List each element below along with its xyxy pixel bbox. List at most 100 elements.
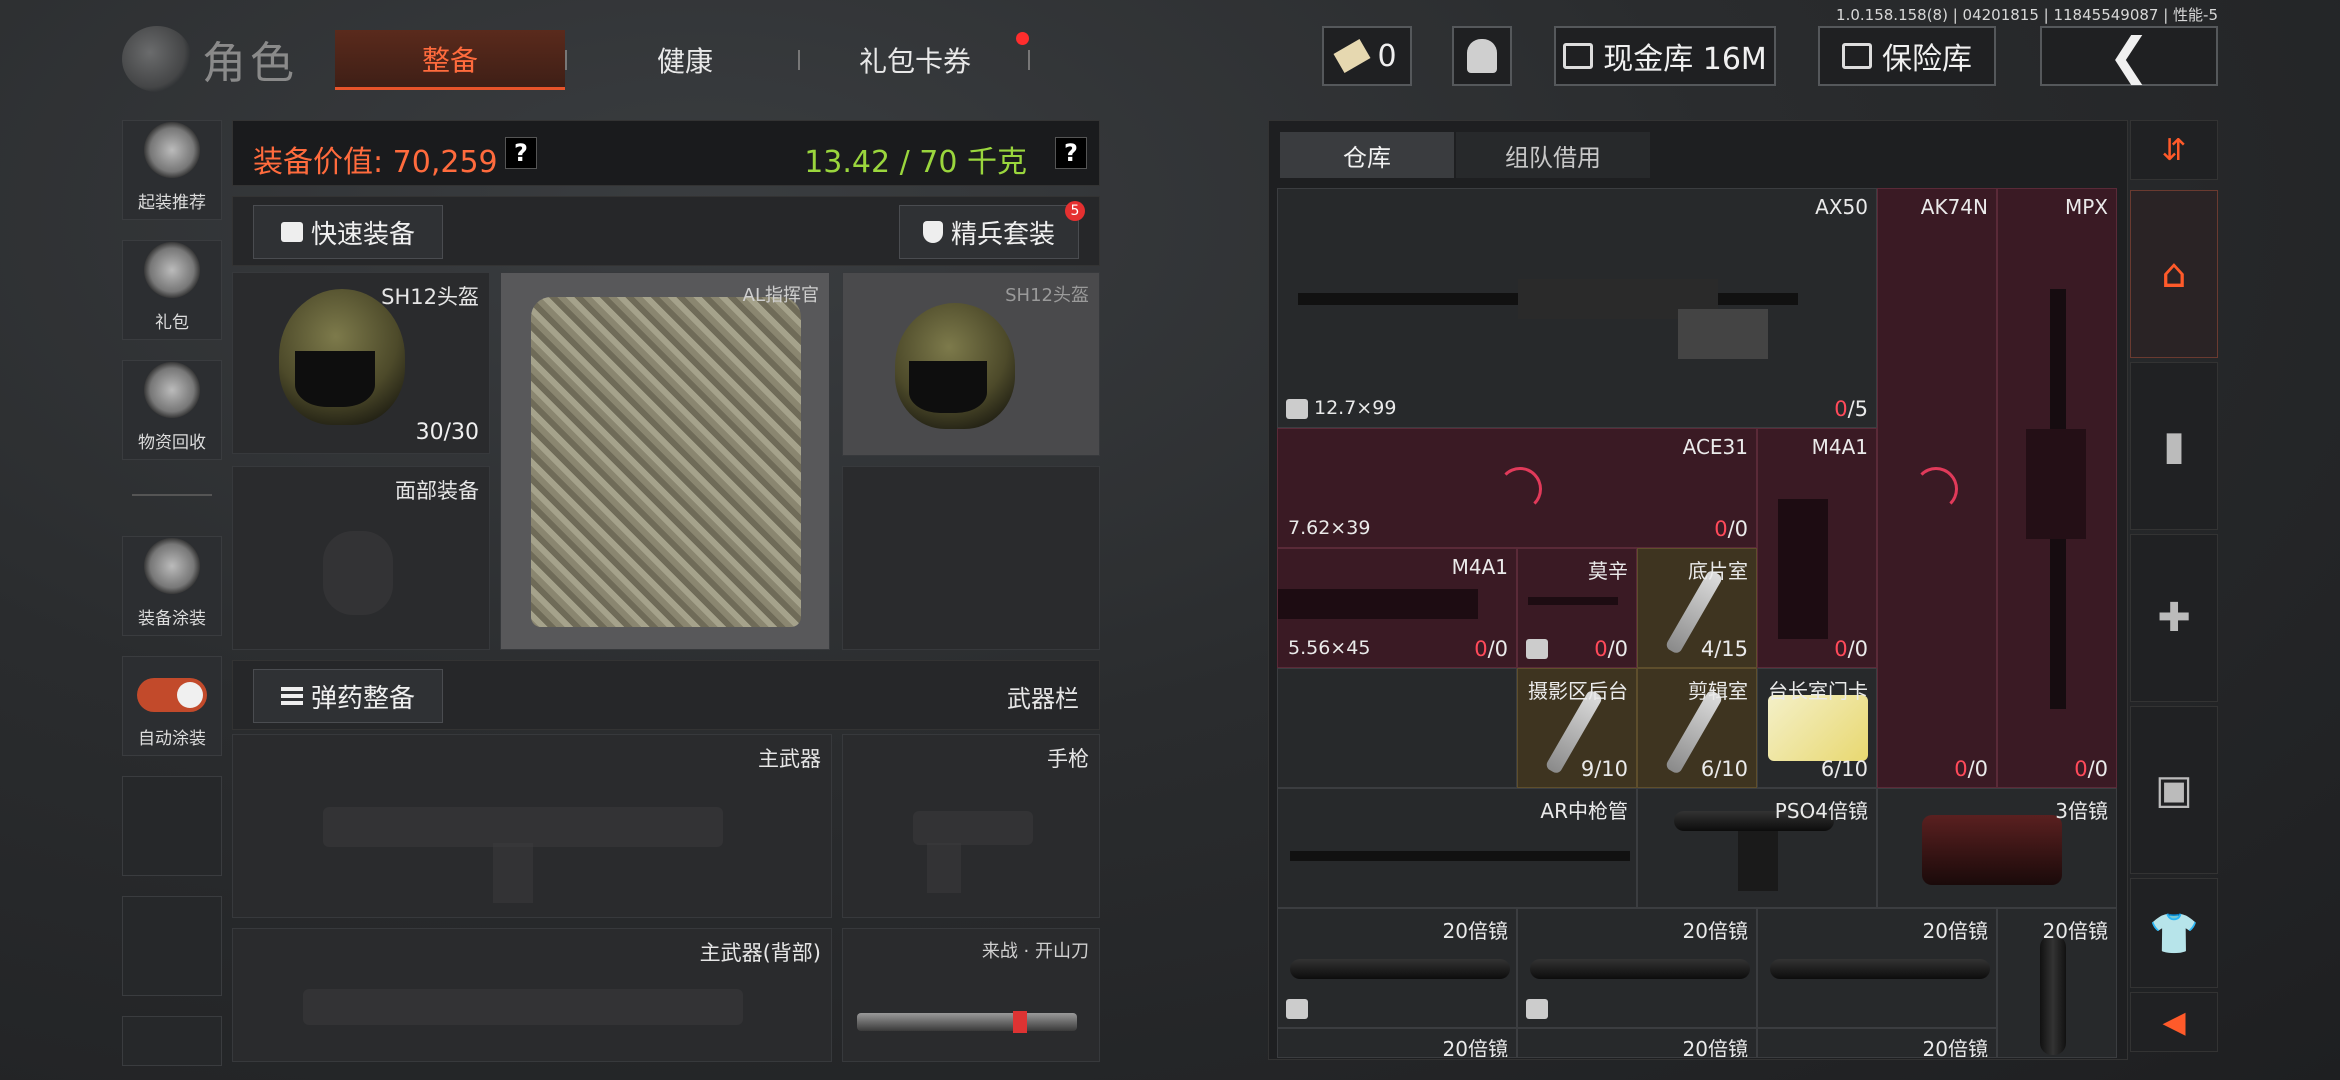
- melee-slot[interactable]: 来战 · 开山刀: [842, 928, 1100, 1062]
- item-count: 0/5: [1834, 397, 1868, 421]
- warehouse-item[interactable]: 摄影区后台 9/10: [1517, 668, 1637, 788]
- warehouse-item[interactable]: 20倍镜: [1517, 908, 1757, 1028]
- rail-magazine[interactable]: ▮: [2130, 362, 2218, 530]
- item-count: 9/10: [1580, 757, 1628, 781]
- item-count: 0/0: [1834, 637, 1868, 661]
- warehouse-item[interactable]: AR中枪管: [1277, 788, 1637, 908]
- back-primary-weapon-slot[interactable]: 主武器(背部): [232, 928, 832, 1062]
- insurance-label: 保险库: [1882, 42, 1972, 77]
- item-name: 20倍镜: [1442, 919, 1508, 943]
- tab-team-borrow[interactable]: 组队借用: [1456, 132, 1650, 178]
- warehouse-item[interactable]: M4A1 5.56×45 0/0: [1277, 548, 1517, 668]
- warehouse-item[interactable]: 20倍镜: [1277, 908, 1517, 1028]
- face-slot[interactable]: 面部装备: [232, 466, 490, 650]
- armor-slot[interactable]: AL指挥官: [500, 272, 830, 650]
- quick-equip-row: 快速装备 精兵套装 5: [232, 196, 1100, 266]
- warehouse-item[interactable]: M4A1 0/0: [1757, 428, 1877, 668]
- helmet-secondary-slot[interactable]: SH12头盔: [842, 272, 1100, 456]
- item-name: 摄影区后台: [1528, 679, 1628, 703]
- back-button[interactable]: ❮: [2040, 26, 2218, 86]
- armor-name: AL指挥官: [742, 285, 819, 306]
- tab-health[interactable]: 健康: [570, 30, 800, 90]
- auto-paint-toggle[interactable]: [137, 678, 207, 712]
- item-count: 4/15: [1700, 637, 1748, 661]
- ammo-row: 弹药整备 武器栏: [232, 660, 1100, 730]
- sidebar-auto-paint[interactable]: 自动涂装: [122, 656, 222, 756]
- warehouse-item[interactable]: 20倍镜: [1517, 1028, 1757, 1058]
- item-name: 底片室: [1688, 559, 1748, 583]
- warehouse-item[interactable]: 台长室门卡 6/10: [1757, 668, 1877, 788]
- warehouse-item[interactable]: 20倍镜: [1997, 908, 2117, 1058]
- item-caliber: 12.7×99: [1314, 397, 1397, 419]
- warehouse-item[interactable]: AX50 12.7×99 0/5: [1277, 188, 1877, 428]
- item-count: 0/0: [1594, 637, 1628, 661]
- backpack-slot[interactable]: [842, 466, 1100, 650]
- ammo-box-icon: [1286, 399, 1308, 419]
- machete-icon: [857, 1013, 1077, 1031]
- tab-loadout[interactable]: 整备: [335, 30, 565, 90]
- shirt-icon: 👕: [2149, 910, 2199, 957]
- sidebar-label: 礼包: [155, 313, 189, 333]
- rail-clothing[interactable]: 👕: [2130, 878, 2218, 988]
- helmet-slot[interactable]: SH12头盔 30/30: [232, 272, 490, 454]
- warehouse-item[interactable]: 20倍镜: [1757, 908, 1997, 1028]
- pistol-silhouette-icon: [913, 811, 1033, 845]
- item-name: 莫辛: [1588, 559, 1628, 583]
- item-name: 20倍镜: [2042, 919, 2108, 943]
- rail-medical[interactable]: ✚: [2130, 534, 2218, 702]
- item-name: 台长室门卡: [1768, 679, 1868, 703]
- magazine-icon: ▮: [2162, 423, 2185, 469]
- page-header: 角色: [122, 26, 298, 92]
- primary-weapon-slot[interactable]: 主武器: [232, 734, 832, 918]
- melee-label: 来战 · 开山刀: [981, 941, 1089, 962]
- warehouse-item[interactable]: PSO4倍镜: [1637, 788, 1877, 908]
- ammo-prep-button[interactable]: 弹药整备: [253, 669, 443, 723]
- help-icon[interactable]: ?: [1055, 137, 1087, 169]
- warehouse-item[interactable]: 3倍镜: [1877, 788, 2117, 908]
- ticket-count: 0: [1377, 38, 1397, 74]
- sidebar-recycle[interactable]: 物资回收: [122, 360, 222, 460]
- collapse-button[interactable]: ◀: [2130, 992, 2218, 1052]
- chevron-left-icon: ❮: [2108, 27, 2150, 85]
- quick-equip-button[interactable]: 快速装备: [253, 205, 443, 259]
- loading-spinner: [1914, 467, 1958, 511]
- cash-vault-label: 现金库 16M: [1603, 42, 1767, 77]
- help-icon[interactable]: ?: [505, 137, 537, 169]
- warehouse-item[interactable]: 底片室 4/15: [1637, 548, 1757, 668]
- notification-dot: [1016, 32, 1029, 45]
- magazine-silhouette: [493, 843, 533, 903]
- sidebar-paint[interactable]: 装备涂装: [122, 536, 222, 636]
- sort-button[interactable]: ⇵: [2130, 120, 2218, 180]
- item-name: MPX: [2064, 195, 2108, 219]
- warehouse-item[interactable]: ACE31 7.62×39 0/0: [1277, 428, 1757, 548]
- agent-button[interactable]: [1452, 26, 1512, 86]
- rail-home[interactable]: ⌂: [2130, 190, 2218, 358]
- warehouse-item[interactable]: MPX 0/0: [1997, 188, 2117, 788]
- ticket-counter[interactable]: 0: [1322, 26, 1412, 86]
- warehouse-item[interactable]: 莫辛 0/0: [1517, 548, 1637, 668]
- sidebar-gift[interactable]: 礼包: [122, 240, 222, 340]
- scope-mount: [1738, 831, 1778, 891]
- warehouse-item[interactable]: 20倍镜: [1277, 1028, 1517, 1058]
- rifle-image: [1528, 597, 1618, 605]
- machete-marker: [1013, 1011, 1027, 1033]
- quick-equip-label: 快速装备: [310, 219, 415, 250]
- rail-supplies[interactable]: ▣: [2130, 706, 2218, 874]
- warehouse-item[interactable]: AK74N 0/0: [1877, 188, 1997, 788]
- elite-set-button[interactable]: 精兵套装: [899, 205, 1079, 259]
- agent-icon: [1467, 39, 1497, 73]
- cash-vault-button[interactable]: 现金库 16M: [1554, 26, 1776, 86]
- tab-gift-cards[interactable]: 礼包卡券: [800, 30, 1030, 90]
- scope-image: [1530, 959, 1750, 979]
- warehouse-empty-cell[interactable]: [1277, 668, 1517, 788]
- pistol-slot[interactable]: 手枪: [842, 734, 1100, 918]
- sidebar-recommend[interactable]: 起装推荐: [122, 120, 222, 220]
- sidebar-label: 物资回收: [138, 433, 206, 453]
- warehouse-item[interactable]: 20倍镜: [1757, 1028, 1997, 1058]
- warehouse-item[interactable]: 剪辑室 6/10: [1637, 668, 1757, 788]
- item-name: 20倍镜: [1682, 919, 1748, 943]
- item-name: M4A1: [1451, 555, 1508, 579]
- tab-warehouse[interactable]: 仓库: [1280, 132, 1454, 178]
- armor-image: [531, 297, 801, 627]
- insurance-button[interactable]: 保险库: [1818, 26, 1996, 86]
